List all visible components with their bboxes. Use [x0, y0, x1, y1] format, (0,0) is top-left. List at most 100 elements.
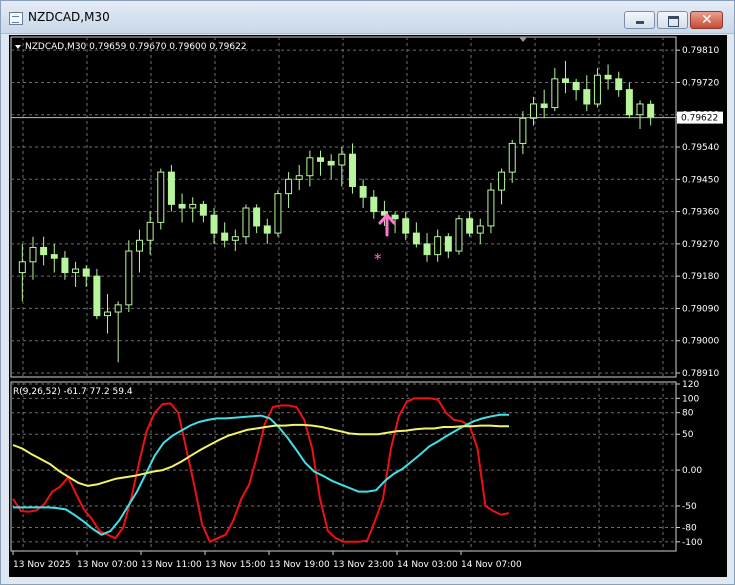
time-label: 14 Nov 03:00	[397, 560, 458, 570]
time-label: 13 Nov 2025	[13, 560, 71, 570]
minimize-button[interactable]	[624, 11, 655, 29]
candle-body	[29, 246, 37, 263]
candle-body	[487, 189, 495, 227]
price-label: 0.79180	[682, 272, 719, 282]
close-button[interactable]: ✕	[690, 11, 723, 29]
candle-body	[167, 171, 175, 205]
indicator-level-label: 100	[682, 394, 699, 404]
candle-body	[625, 89, 633, 116]
candle-body	[231, 236, 239, 241]
candle-body	[370, 196, 378, 213]
candle-body	[72, 268, 80, 274]
candle-body	[327, 160, 335, 166]
indicator-level-label: 120	[682, 380, 699, 390]
window-title: NZDCAD,M30	[28, 10, 110, 24]
price-label: 0.79000	[682, 337, 719, 347]
candle-body	[114, 304, 122, 313]
chart-window-icon	[9, 12, 23, 25]
candle-body	[40, 246, 48, 256]
candle-body	[519, 117, 527, 144]
candle-body	[285, 178, 293, 195]
close-icon: ✕	[701, 12, 713, 28]
candle-body	[338, 153, 346, 166]
candle-body	[348, 153, 356, 187]
time-label: 13 Nov 11:00	[141, 560, 202, 570]
candle-body	[157, 171, 165, 223]
candle-body	[221, 232, 229, 241]
candle-body	[466, 218, 474, 234]
candle-body	[583, 89, 591, 105]
candle-body	[135, 239, 143, 252]
candle-body	[199, 203, 207, 216]
candle-body	[306, 157, 314, 177]
candle-body	[263, 225, 271, 234]
candle-body	[61, 257, 69, 274]
candle-body	[593, 74, 601, 105]
star-icon: *	[374, 250, 382, 268]
price-label: 0.79270	[682, 240, 719, 250]
time-label: 13 Nov 19:00	[269, 560, 330, 570]
candle-body	[615, 78, 623, 91]
price-label: 0.79810	[682, 46, 719, 56]
price-label: 0.78910	[682, 369, 719, 379]
chart-svg[interactable]: NZDCAD,M30 0.79659 0.79670 0.79600 0.796…	[9, 35, 727, 577]
candle-body	[274, 193, 282, 234]
candle-body	[295, 175, 303, 180]
candle-body	[104, 311, 112, 317]
indicator-level-label: 80	[682, 409, 694, 419]
candle-body	[391, 214, 399, 220]
maximize-icon	[668, 16, 679, 27]
candle-body	[498, 171, 506, 191]
price-label: 0.79540	[682, 143, 719, 153]
current-price-label: 0.79622	[681, 114, 718, 124]
candle-body	[636, 103, 644, 116]
time-label: 14 Nov 07:00	[461, 560, 522, 570]
candle-body	[540, 103, 548, 109]
candle-body	[412, 232, 420, 245]
header-triangle-icon[interactable]	[15, 45, 21, 49]
candle-body	[508, 142, 516, 173]
price-label: 0.79090	[682, 304, 719, 314]
candle-body	[402, 218, 410, 234]
candle-body	[210, 214, 218, 234]
indicator-level-label: 50	[682, 430, 694, 440]
candle-body	[434, 236, 442, 256]
indicator-level-label: -80	[682, 523, 697, 533]
candle-body	[242, 207, 250, 238]
main-header: NZDCAD,M30 0.79659 0.79670 0.79600 0.796…	[25, 42, 247, 52]
indicator-level-label: -100	[682, 538, 703, 548]
indicator-label: R(9,26,52) -61.7 77.2 59.4	[13, 387, 133, 397]
time-label: 13 Nov 23:00	[333, 560, 394, 570]
price-label: 0.79450	[682, 175, 719, 185]
indicator-level-label: 0.00	[682, 466, 702, 476]
time-label: 13 Nov 07:00	[77, 560, 138, 570]
candle-body	[444, 236, 452, 252]
maximize-button[interactable]	[657, 11, 688, 29]
candle-body	[530, 103, 538, 119]
candle-body	[572, 81, 580, 91]
candle-body	[82, 268, 90, 277]
candle-body	[93, 275, 101, 317]
chart-area[interactable]: NZDCAD,M30 0.79659 0.79670 0.79600 0.796…	[9, 35, 727, 577]
candle-body	[476, 225, 484, 234]
indicator-level-label: -50	[682, 502, 697, 512]
candle-body	[359, 185, 367, 198]
candle-body	[604, 74, 612, 80]
candle-body	[253, 207, 261, 227]
shift-marker-icon	[519, 37, 527, 42]
candle-body	[18, 261, 26, 274]
candle-body	[317, 157, 325, 162]
candle-body	[561, 78, 569, 83]
time-label: 13 Nov 15:00	[205, 560, 266, 570]
candle-body	[189, 203, 197, 209]
minimize-icon	[636, 21, 644, 24]
candle-body	[50, 254, 58, 259]
candle-body	[423, 243, 431, 256]
window-titlebar[interactable]: NZDCAD,M30 ✕	[1, 1, 734, 34]
candle-body	[125, 250, 133, 306]
candle-body	[146, 221, 154, 241]
price-label: 0.79360	[682, 208, 719, 218]
candle-body	[647, 103, 655, 119]
candle-body	[455, 218, 463, 252]
candle-body	[178, 203, 186, 209]
